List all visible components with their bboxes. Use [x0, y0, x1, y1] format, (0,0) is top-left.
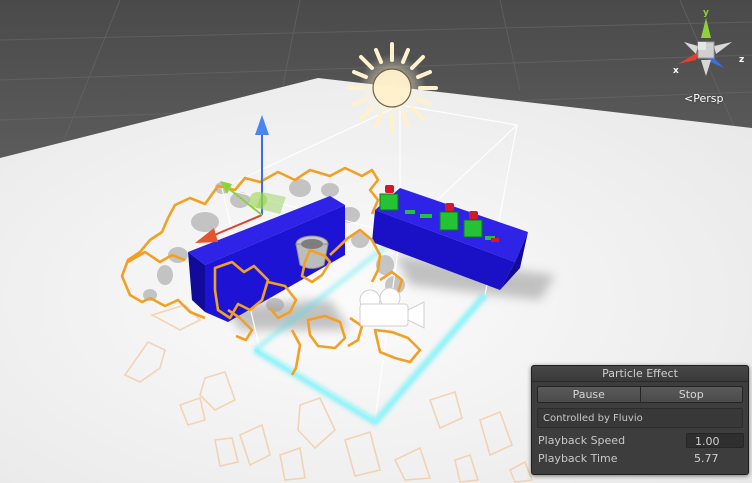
panel-title: Particle Effect: [532, 366, 748, 382]
particle-effect-panel: Particle Effect Pause Stop Controlled by…: [531, 365, 749, 475]
pause-button[interactable]: Pause: [537, 386, 641, 403]
controlled-by-label: Controlled by Fluvio: [537, 408, 743, 428]
persp-arrow-icon: <: [684, 92, 694, 105]
gizmo-y-label: y: [703, 8, 709, 18]
playback-time-value: 5.77: [694, 452, 719, 465]
stop-button[interactable]: Stop: [640, 386, 743, 403]
playback-time-row: Playback Time 5.77: [538, 451, 744, 467]
playback-buttons: Pause Stop: [537, 386, 743, 403]
grey-cup-object: [295, 235, 329, 269]
playback-speed-label: Playback Speed: [538, 434, 626, 447]
gizmo-z-label: z: [739, 55, 745, 65]
playback-time-label: Playback Time: [538, 452, 618, 465]
projection-label: Persp: [693, 92, 724, 105]
sun-light-icon[interactable]: [346, 42, 438, 134]
playback-speed-row: Playback Speed 1.00: [538, 433, 744, 449]
gizmo-x-label: x: [673, 66, 679, 76]
projection-toggle[interactable]: <Persp: [684, 92, 723, 105]
playback-speed-field[interactable]: 1.00: [686, 433, 744, 448]
